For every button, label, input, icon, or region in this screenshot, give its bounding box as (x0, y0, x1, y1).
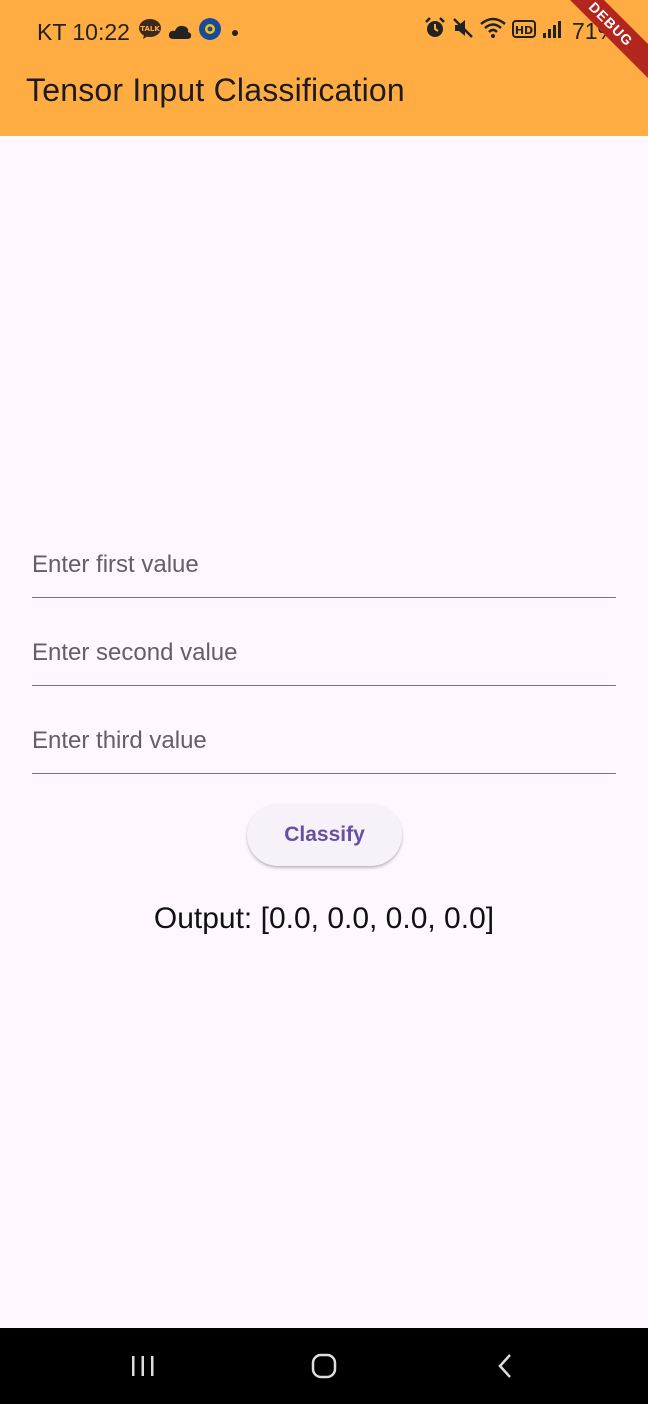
status-bar: KT 10:22 TALK HD 71% (0, 0, 648, 62)
output-text: Output: [0.0, 0.0, 0.0, 0.0] (153, 902, 495, 935)
mute-icon (452, 17, 474, 45)
app-bar: KT 10:22 TALK HD 71% Tensor Input Classi… (0, 0, 648, 136)
classify-button[interactable]: Classify (247, 804, 402, 866)
recent-apps-icon[interactable] (123, 1346, 163, 1386)
back-icon[interactable] (486, 1346, 526, 1386)
status-time: KT 10:22 (37, 18, 130, 45)
home-icon[interactable] (304, 1346, 344, 1386)
third-value-input[interactable] (32, 727, 616, 755)
alarm-icon (424, 17, 446, 45)
kakaotalk-icon: TALK (138, 18, 162, 46)
third-value-field[interactable] (32, 703, 616, 774)
second-value-input[interactable] (32, 639, 616, 667)
svg-text:HD: HD (515, 24, 533, 37)
dot-icon (228, 19, 242, 46)
svg-text:TALK: TALK (140, 25, 160, 33)
cloud-icon (168, 19, 192, 46)
first-value-input[interactable] (32, 551, 616, 579)
wifi-icon (480, 17, 506, 45)
page-title: Tensor Input Classification (26, 72, 405, 108)
hd-icon: HD (511, 18, 536, 45)
second-value-field[interactable] (32, 615, 616, 686)
signal-icon (542, 18, 562, 45)
system-nav-bar (0, 1328, 648, 1404)
first-value-field[interactable] (32, 527, 616, 598)
app-notification-icon (198, 17, 222, 47)
